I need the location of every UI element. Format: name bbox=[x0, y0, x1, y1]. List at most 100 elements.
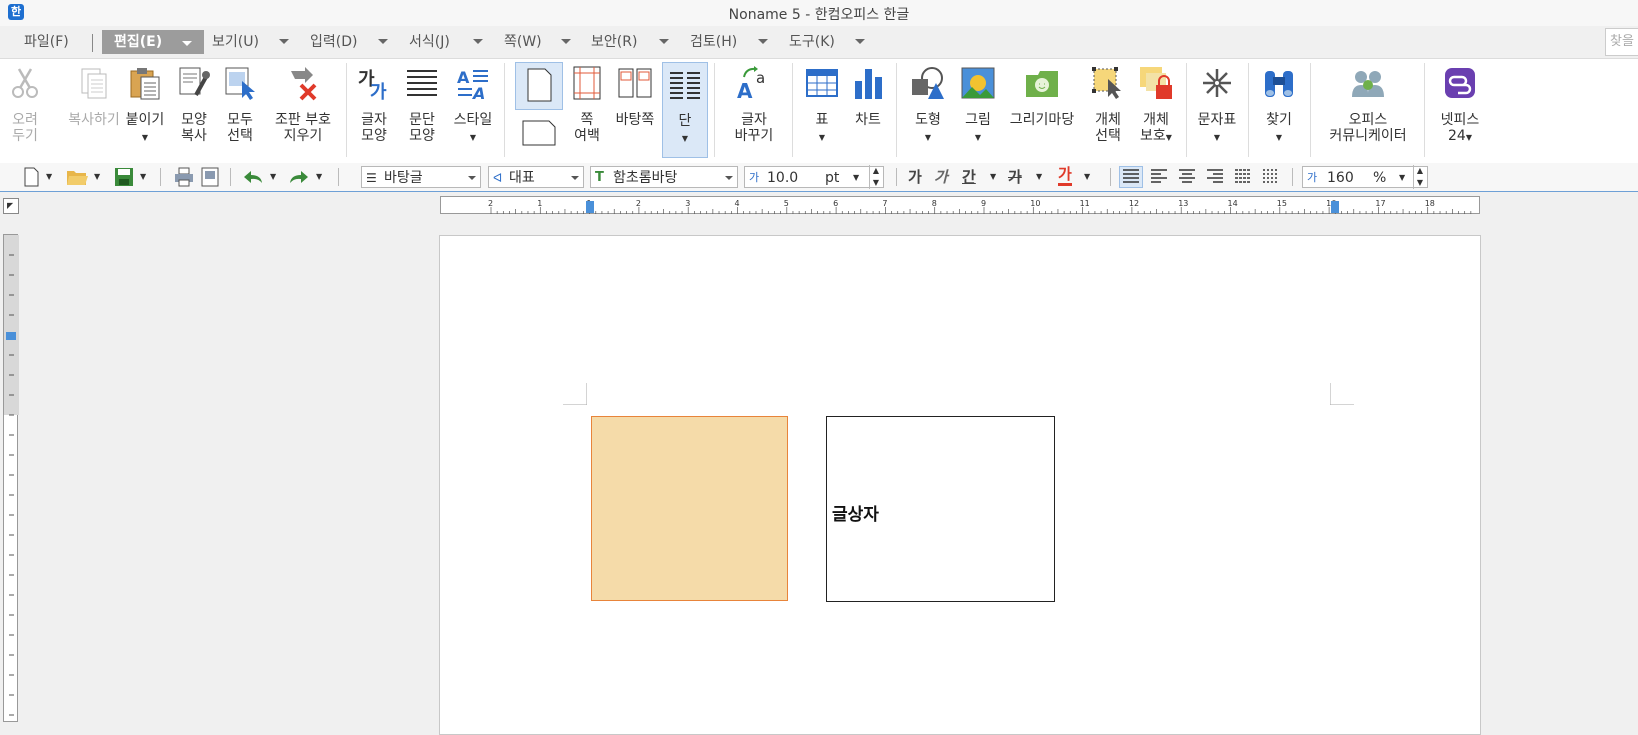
print-icon[interactable] bbox=[174, 167, 194, 187]
portrait-button[interactable] bbox=[515, 62, 563, 110]
chevron-down-icon[interactable] bbox=[473, 39, 483, 44]
chevron-down-icon[interactable]: ▼ bbox=[853, 167, 859, 189]
align-left-icon[interactable] bbox=[1148, 167, 1170, 187]
chevron-down-icon[interactable]: ▼ bbox=[990, 167, 996, 187]
chevron-down-icon[interactable]: ▼ bbox=[270, 167, 276, 187]
font-size-field[interactable]: 가 10.0 pt ▼ ▲ ▼ bbox=[744, 165, 884, 189]
chevron-down-icon[interactable] bbox=[758, 39, 768, 44]
rectangle-shape[interactable] bbox=[591, 416, 788, 601]
symbol-button[interactable]: 문자표 ▼ bbox=[1192, 59, 1242, 161]
chevron-down-icon[interactable] bbox=[855, 39, 865, 44]
menu-review[interactable]: 검토(H) bbox=[686, 30, 741, 54]
chevron-down-icon[interactable]: ▼ bbox=[142, 133, 148, 142]
chevron-down-icon[interactable] bbox=[659, 39, 669, 44]
chevron-down-icon[interactable]: ▼ bbox=[819, 133, 825, 142]
chevron-down-icon[interactable] bbox=[725, 176, 733, 180]
page-margin-button[interactable]: 쪽 여백 bbox=[566, 59, 608, 161]
clear-format-button[interactable]: 조판 부호 지우기 bbox=[266, 59, 340, 161]
chevron-down-icon[interactable]: ▼ bbox=[46, 167, 52, 187]
chevron-down-icon[interactable]: ▼ bbox=[1276, 133, 1282, 142]
chevron-down-icon[interactable] bbox=[378, 39, 388, 44]
master-page-button[interactable]: 바탕쪽 bbox=[610, 59, 660, 161]
chevron-down-icon[interactable]: ▼ bbox=[316, 167, 322, 187]
picture-button[interactable]: 그림 ▼ bbox=[956, 59, 1000, 161]
save-icon[interactable] bbox=[114, 167, 134, 187]
horizontal-ruler[interactable]: 21123456789101112131415161718 bbox=[440, 196, 1480, 214]
line-spacing-field[interactable]: 가 160% ▼ ▲ ▼ bbox=[1302, 165, 1428, 189]
cut-button[interactable]: 오려 두기 bbox=[4, 59, 46, 161]
table-button[interactable]: 표 ▼ bbox=[800, 59, 844, 161]
char-shape-label: 글자 모양 bbox=[361, 112, 387, 144]
select-all-button[interactable]: 모두 선택 bbox=[218, 59, 262, 161]
columns-button[interactable]: 단 ▼ bbox=[662, 62, 708, 158]
menu-security[interactable]: 보안(R) bbox=[587, 30, 641, 54]
print-preview-icon[interactable] bbox=[200, 167, 220, 187]
menu-insert[interactable]: 입력(D) bbox=[306, 30, 361, 54]
netffice-button[interactable]: 넷피스 24▼ bbox=[1430, 59, 1490, 161]
ruler-corner-button[interactable]: ◤ bbox=[3, 198, 19, 214]
chevron-down-icon[interactable]: ▼ bbox=[470, 133, 476, 142]
landscape-button[interactable] bbox=[515, 113, 563, 161]
line-spacing-spinner[interactable]: ▲ ▼ bbox=[1413, 165, 1426, 189]
align-center-icon[interactable] bbox=[1176, 167, 1198, 187]
paragraph-shape-button[interactable]: 문단 모양 bbox=[400, 59, 444, 161]
menu-view[interactable]: 보기(U) bbox=[208, 30, 263, 54]
text-box[interactable]: 글상자 bbox=[826, 416, 1055, 602]
redo-icon[interactable] bbox=[288, 167, 310, 187]
chevron-down-icon[interactable]: ▼ bbox=[1084, 167, 1090, 187]
chevron-down-icon[interactable]: ▼ bbox=[1214, 133, 1220, 142]
char-replace-button[interactable]: Aa 글자 바꾸기 bbox=[722, 59, 786, 161]
line-spacing-value: 160 bbox=[1327, 170, 1354, 186]
chevron-down-icon[interactable] bbox=[571, 176, 579, 180]
menu-format[interactable]: 서식(J) bbox=[405, 30, 454, 54]
chevron-down-icon[interactable]: ▼ bbox=[1466, 133, 1472, 142]
search-input[interactable]: 찾을 bbox=[1605, 28, 1638, 56]
chevron-down-icon[interactable] bbox=[182, 41, 192, 46]
format-painter-button[interactable]: 모양 복사 bbox=[172, 59, 216, 161]
italic-button[interactable]: 가 bbox=[934, 166, 948, 187]
font-size-spinner[interactable]: ▲ ▼ bbox=[869, 165, 882, 189]
vertical-ruler[interactable] bbox=[3, 234, 19, 722]
style-button[interactable]: AA 스타일 ▼ bbox=[448, 59, 498, 161]
menu-file[interactable]: 파일(F) bbox=[20, 30, 73, 54]
left-indent-marker[interactable] bbox=[586, 201, 594, 213]
chevron-down-icon[interactable]: ▼ bbox=[682, 134, 688, 143]
chevron-down-icon[interactable]: ▼ bbox=[140, 167, 146, 187]
chevron-down-icon[interactable]: ▼ bbox=[94, 167, 100, 187]
chevron-down-icon[interactable] bbox=[561, 39, 571, 44]
language-select[interactable]: ᐊ 대표 bbox=[488, 166, 584, 188]
open-folder-icon[interactable] bbox=[66, 167, 88, 187]
font-color-button[interactable]: 가 bbox=[1058, 166, 1072, 186]
right-indent-marker[interactable] bbox=[1331, 201, 1339, 213]
shape-button[interactable]: 도형 ▼ bbox=[906, 59, 950, 161]
chevron-down-icon[interactable] bbox=[468, 176, 476, 180]
underline-button[interactable]: 간 bbox=[962, 166, 976, 187]
undo-icon[interactable] bbox=[242, 167, 264, 187]
justify-align-icon[interactable] bbox=[1119, 166, 1143, 188]
distribute-align-icon[interactable] bbox=[1232, 167, 1254, 187]
align-right-icon[interactable] bbox=[1204, 167, 1226, 187]
new-document-icon[interactable] bbox=[22, 167, 40, 187]
object-protect-button[interactable]: 개체 보호▼ bbox=[1132, 59, 1180, 161]
object-select-button[interactable]: 개체 선택 bbox=[1086, 59, 1130, 161]
chevron-down-icon[interactable]: ▼ bbox=[925, 133, 931, 142]
office-communicator-button[interactable]: 오피스 커뮤니케이터 bbox=[1318, 59, 1418, 161]
style-select[interactable]: ☰ 바탕글 bbox=[361, 166, 481, 188]
char-shape-button[interactable]: 가가 글자 모양 bbox=[352, 59, 396, 161]
menu-edit[interactable]: 편집(E) bbox=[102, 30, 204, 54]
drawing-gallery-button[interactable]: 그리기마당 bbox=[1002, 59, 1082, 161]
chevron-down-icon[interactable]: ▼ bbox=[1166, 133, 1172, 142]
chevron-down-icon[interactable]: ▼ bbox=[1036, 167, 1042, 187]
menu-tools[interactable]: 도구(K) bbox=[785, 30, 839, 54]
chevron-down-icon[interactable]: ▼ bbox=[975, 133, 981, 142]
divide-align-icon[interactable] bbox=[1260, 167, 1282, 187]
chart-button[interactable]: 차트 bbox=[846, 59, 890, 161]
chevron-down-icon[interactable]: ▼ bbox=[1399, 167, 1405, 189]
find-button[interactable]: 찾기 ▼ bbox=[1256, 59, 1302, 161]
bold-button[interactable]: 가 bbox=[908, 166, 922, 187]
font-select[interactable]: T 함초롬바탕 bbox=[590, 166, 738, 188]
menu-page[interactable]: 쪽(W) bbox=[500, 30, 546, 54]
paste-button[interactable]: 붙이기 ▼ bbox=[120, 59, 170, 161]
chevron-down-icon[interactable] bbox=[279, 39, 289, 44]
strikethrough-button[interactable]: 가 bbox=[1008, 166, 1022, 187]
